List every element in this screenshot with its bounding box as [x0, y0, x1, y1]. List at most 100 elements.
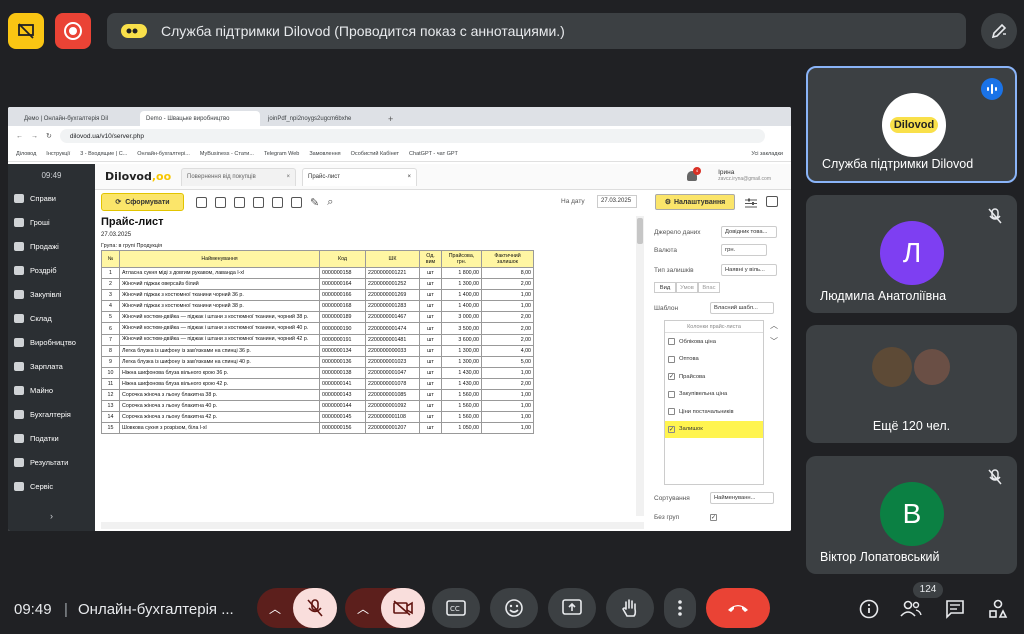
column-checkbox[interactable] [668, 408, 675, 416]
sort-select[interactable]: Найменуванн... [710, 492, 774, 504]
browser-tab[interactable]: joinPdf_npi2noygs2ugcm6bxhe [262, 111, 382, 126]
sidebar-item-assets[interactable]: Майно [8, 378, 95, 402]
print-icon[interactable] [196, 196, 207, 208]
reload-icon[interactable]: ↻ [46, 132, 52, 140]
sidebar-item-production[interactable]: Виробництво [8, 330, 95, 354]
no-groups-checkbox[interactable]: ✓ [710, 514, 717, 521]
tab-props[interactable]: Впас [698, 282, 720, 293]
sidebar-item-purchases[interactable]: Закупівлі [8, 282, 95, 306]
excel-icon[interactable] [234, 196, 245, 208]
bookmark-item[interactable]: Діловод [16, 151, 36, 157]
camera-toggle-button[interactable] [381, 588, 425, 628]
edit-icon[interactable]: ✎ [310, 196, 319, 209]
end-call-button[interactable] [706, 588, 770, 628]
sidebar-expand-icon[interactable]: › [8, 511, 95, 521]
column-checkbox[interactable]: ✓ [668, 373, 675, 381]
sidebar-item-salary[interactable]: Зарплата [8, 354, 95, 378]
close-icon[interactable]: × [407, 174, 411, 180]
participant-tile-viktor[interactable]: В Віктор Лопатовський [806, 456, 1017, 574]
tab-returns[interactable]: Повернення від покупців × [181, 167, 296, 186]
tab-view[interactable]: Вид [654, 282, 676, 293]
column-option[interactable]: ✓ Залишок [665, 420, 763, 438]
info-icon[interactable] [858, 598, 880, 620]
captions-button[interactable]: CC [432, 588, 480, 628]
pdf-icon[interactable] [291, 196, 302, 208]
chat-icon[interactable] [944, 598, 966, 620]
close-icon[interactable]: × [286, 174, 290, 180]
sidebar-item-taxes[interactable]: Податки [8, 426, 95, 450]
annotate-button[interactable] [981, 13, 1017, 49]
export-icon[interactable] [215, 196, 226, 208]
comment-icon[interactable] [766, 196, 778, 207]
present-button[interactable] [548, 588, 596, 628]
recording-button[interactable] [55, 13, 91, 49]
bookmark-item[interactable]: Замовлення [309, 151, 340, 157]
new-tab-icon[interactable]: + [388, 111, 393, 126]
mic-toggle-button[interactable] [293, 588, 337, 628]
chevron-down-icon[interactable]: ﹀ [770, 336, 778, 347]
sidebar-item-sales[interactable]: Продажі [8, 234, 95, 258]
activities-icon[interactable] [987, 598, 1009, 620]
participant-tile-dilovod[interactable]: Dilovod Служба підтримки Dilovod [806, 66, 1017, 183]
forward-icon[interactable]: → [31, 133, 38, 140]
date-input[interactable]: 27.03.2025 [597, 195, 637, 208]
people-icon[interactable] [900, 598, 922, 620]
bookmark-item[interactable]: Telegram Web [264, 151, 299, 157]
bookmark-item[interactable]: Онлайн-бухгалтері... [137, 151, 190, 157]
user-info[interactable]: Ірина zavcz.iryna@gmail.com [718, 169, 771, 182]
stock-type-select[interactable]: Наявні у віль... [721, 264, 777, 276]
generate-button[interactable]: ⟳ Сформувати [101, 193, 184, 211]
camera-options-chevron-icon[interactable]: ︿ [345, 600, 381, 617]
price-source-select[interactable]: Довідник това... [721, 226, 777, 238]
template-select[interactable]: Власний шабл... [710, 302, 774, 314]
tab-conditions[interactable]: Умов [676, 282, 698, 293]
bookmark-item[interactable]: Усі закладки [751, 151, 783, 157]
column-option[interactable]: ✓ Прайсова [665, 368, 763, 386]
column-option[interactable]: Оптова [665, 351, 763, 369]
column-option[interactable]: Закупівельна ціна [665, 386, 763, 404]
column-option[interactable]: Ціни постачальників [665, 403, 763, 421]
address-bar[interactable]: dilovod.ua/v10/server.php [59, 129, 765, 143]
bookmark-item[interactable]: MyBusiness - Стати... [200, 151, 254, 157]
browser-tab[interactable]: Демо | Онлайн-бухгалтерія Dil [18, 111, 138, 126]
email-icon[interactable] [272, 196, 283, 208]
bookmark-item[interactable]: Особистий Кабінет [351, 151, 399, 157]
settings-button[interactable]: ⚙ Налаштування [655, 194, 735, 210]
search-icon[interactable]: ⌕ [327, 196, 333, 209]
save-file-icon[interactable] [253, 196, 264, 208]
separator: | [64, 601, 68, 618]
presentation-banner[interactable]: Служба підтримки Dilovod (Проводится пок… [107, 13, 966, 49]
mic-options-chevron-icon[interactable]: ︿ [257, 600, 293, 617]
column-option[interactable]: Облікова ціна [665, 333, 763, 351]
stop-presenting-button[interactable] [8, 13, 44, 49]
browser-tab-active[interactable]: Demo - Швацьке виробництво [140, 111, 260, 126]
participant-tile-lyudmyla[interactable]: Л Людмила Анатоліївна [806, 195, 1017, 313]
more-options-button[interactable] [664, 588, 696, 628]
report-scrollbar[interactable] [636, 216, 644, 516]
participant-tile-others[interactable]: Ещё 120 чел. [806, 325, 1017, 443]
sidebar-item-results[interactable]: Результати [8, 450, 95, 474]
table-cell: 1,00 [481, 400, 534, 413]
sidebar-item-warehouse[interactable]: Склад [8, 306, 95, 330]
currency-select[interactable]: грн. [721, 244, 767, 256]
sidebar-item-retail[interactable]: Роздріб [8, 258, 95, 282]
column-checkbox[interactable] [668, 338, 675, 346]
bookmark-item[interactable]: ChatGPT - чат GPT [409, 151, 458, 157]
bookmark-item[interactable]: 3 - Входящие | C... [80, 151, 127, 157]
tab-price-list[interactable]: Прайс-лист × [302, 167, 417, 186]
sidebar-item-money[interactable]: Гроші [8, 210, 95, 234]
bookmark-item[interactable]: Інструкції [46, 151, 70, 157]
back-icon[interactable]: ← [16, 133, 23, 140]
sidebar-item-spravy[interactable]: Справи [8, 186, 95, 210]
reactions-button[interactable] [490, 588, 538, 628]
meeting-controls: 09:49 | Онлайн-бухгалтерія ... ︿ ︿ CC 12… [0, 582, 1024, 634]
raise-hand-button[interactable] [606, 588, 654, 628]
sidebar-item-accounting[interactable]: Бухгалтерія [8, 402, 95, 426]
column-checkbox[interactable] [668, 390, 675, 398]
chevron-up-icon[interactable]: ︿ [770, 320, 778, 331]
sliders-icon[interactable] [745, 196, 757, 208]
column-checkbox[interactable]: ✓ [668, 425, 675, 433]
sidebar-item-service[interactable]: Сервіс [8, 474, 95, 498]
report-hscrollbar[interactable] [101, 522, 644, 529]
column-checkbox[interactable] [668, 355, 675, 363]
